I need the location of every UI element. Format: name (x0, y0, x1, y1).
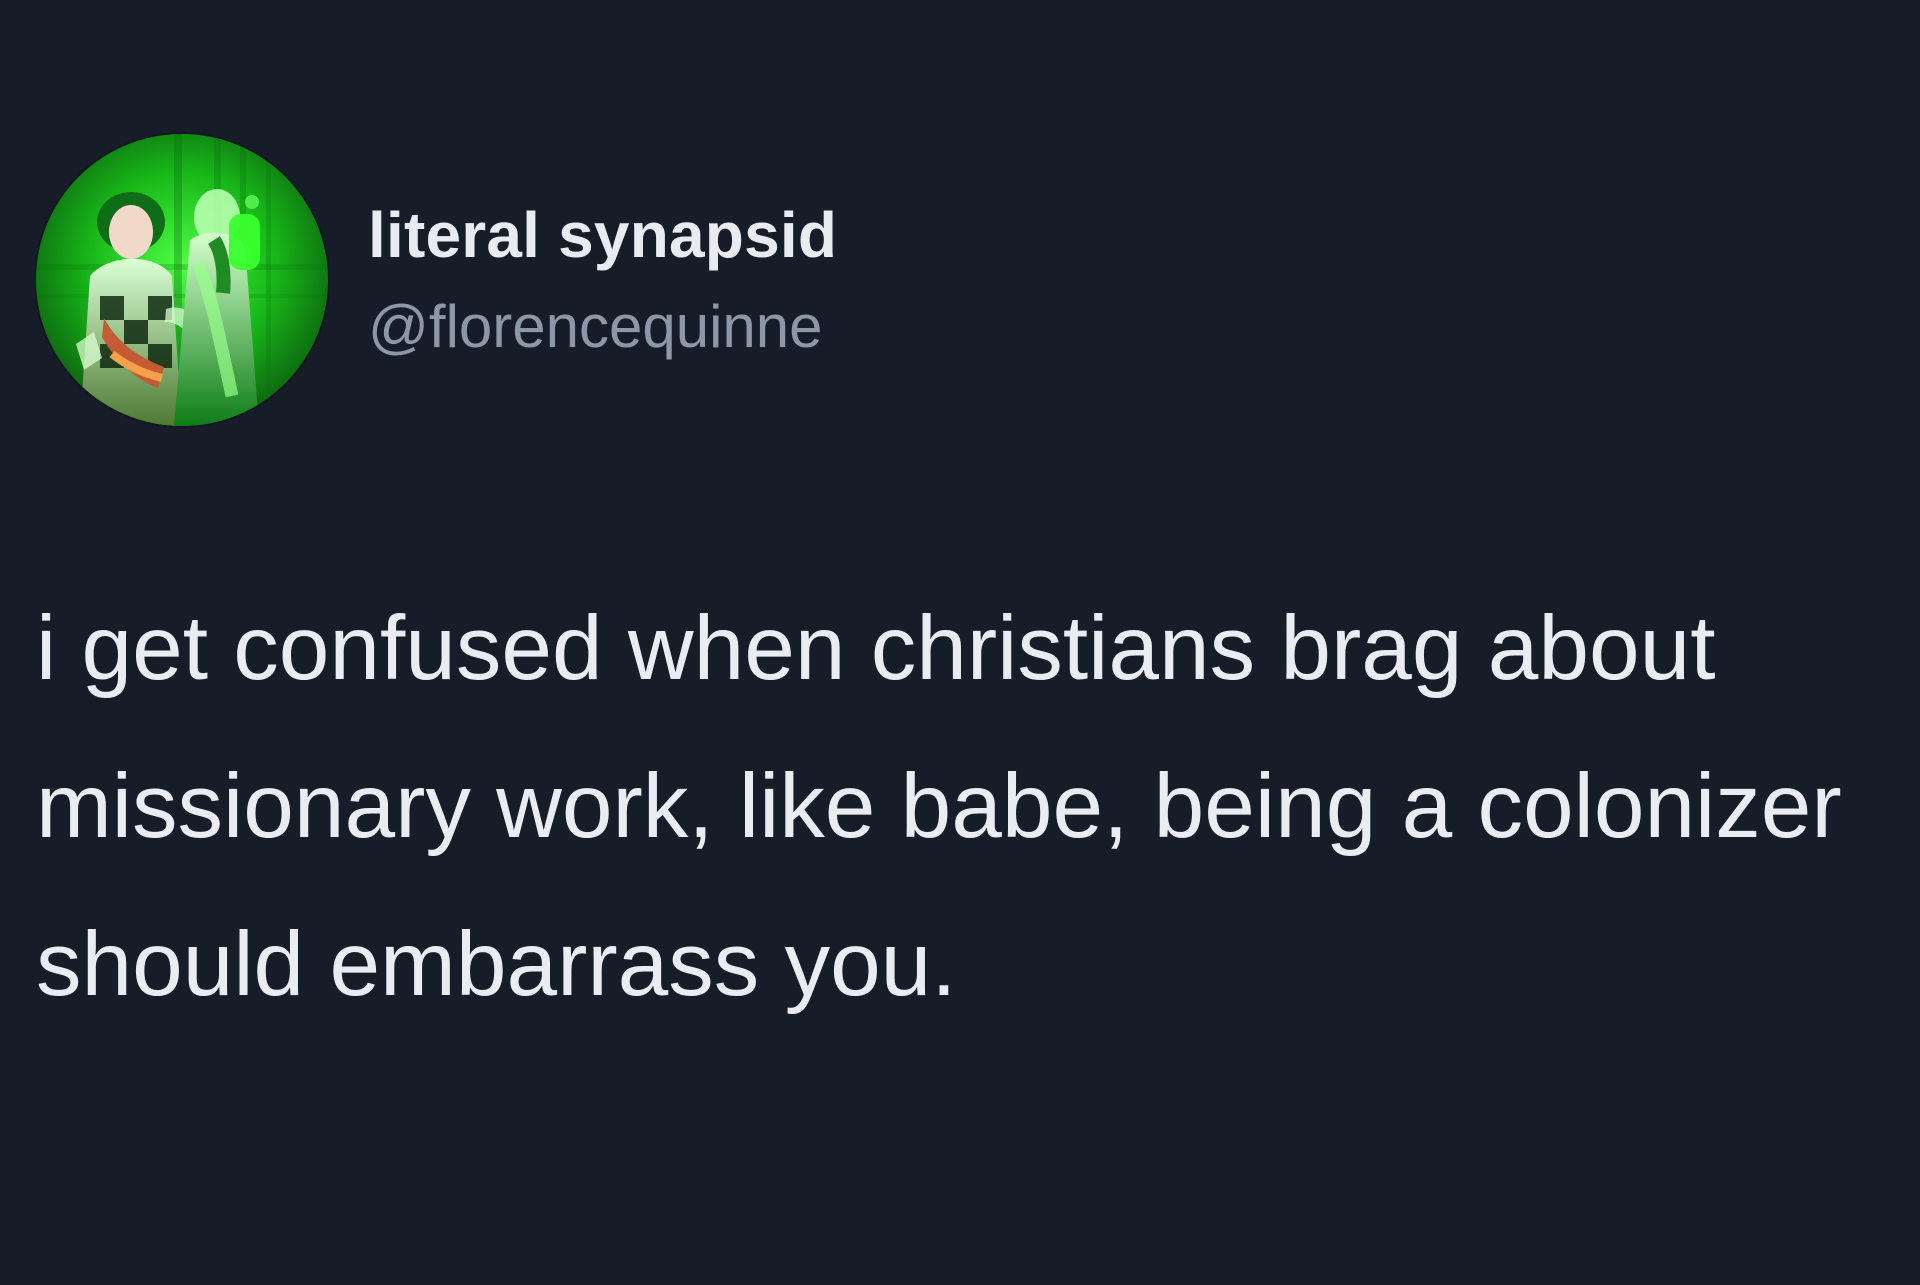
tweet-header: literal synapsid @florencequinne (36, 130, 837, 430)
avatar[interactable] (36, 134, 328, 426)
profile-photo-icon (36, 134, 328, 426)
tweet-card: literal synapsid @florencequinne i get c… (0, 0, 1920, 1285)
display-name[interactable]: literal synapsid (368, 199, 837, 270)
tweet-text: i get confused when christians brag abou… (36, 598, 1842, 1015)
user-handle[interactable]: @florencequinne (368, 294, 837, 360)
author-identity: literal synapsid @florencequinne (368, 199, 837, 360)
